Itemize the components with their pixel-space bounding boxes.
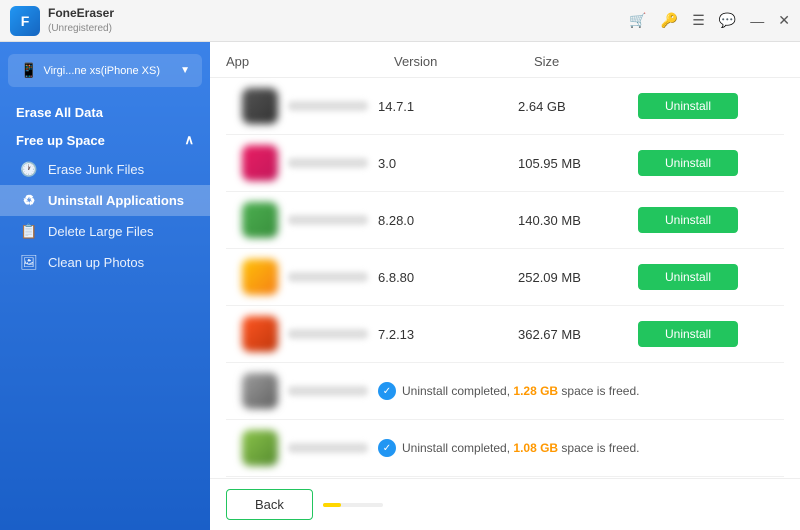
table-row: ✓ Uninstall completed, 1.28 GB space is … xyxy=(226,363,784,420)
app-info xyxy=(242,202,378,238)
uninstall-button[interactable]: Uninstall xyxy=(638,264,738,290)
sidebar-item-delete-large[interactable]: 📋 Delete Large Files xyxy=(0,216,210,247)
uninstall-button[interactable]: Uninstall xyxy=(638,93,738,119)
sidebar-item-label: Erase Junk Files xyxy=(48,162,144,177)
app-size: 252.09 MB xyxy=(518,270,638,285)
table-row: 7.2.13 362.67 MB Uninstall xyxy=(226,306,784,363)
app-logo: F xyxy=(10,6,40,36)
app-branding: F FoneEraser (Unregistered) xyxy=(10,6,114,36)
app-version: 14.7.1 xyxy=(378,99,518,114)
app-icon xyxy=(242,430,278,466)
sidebar-item-uninstall-apps[interactable]: ♻ Uninstall Applications xyxy=(0,185,210,216)
col-action xyxy=(654,54,784,69)
photo-icon: 🖼 xyxy=(20,254,38,271)
list-icon: 📋 xyxy=(20,223,38,240)
app-icon xyxy=(242,259,278,295)
app-version: 8.28.0 xyxy=(378,213,518,228)
chat-icon[interactable]: 💬 xyxy=(719,12,736,29)
progress-fill xyxy=(323,503,341,507)
app-info xyxy=(242,259,378,295)
table-row: ✓ Uninstall completed, 1.08 GB space is … xyxy=(226,420,784,477)
menu-icon[interactable]: ☰ xyxy=(692,12,705,29)
uninstall-button[interactable]: Uninstall xyxy=(638,150,738,176)
app-icon xyxy=(242,88,278,124)
app-icon xyxy=(242,145,278,181)
table-header: App Version Size xyxy=(210,42,800,78)
main-container: 📱 Virgi...ne xs(iPhone XS) ▼ Erase All D… xyxy=(0,42,800,530)
close-button[interactable]: ✕ xyxy=(778,12,790,29)
col-size: Size xyxy=(534,54,654,69)
app-info xyxy=(242,430,378,466)
app-icon xyxy=(242,373,278,409)
app-size: 140.30 MB xyxy=(518,213,638,228)
uninstall-complete-status: ✓ Uninstall completed, 1.08 GB space is … xyxy=(378,439,768,457)
free-up-space-label: Free up Space xyxy=(16,133,105,148)
app-info xyxy=(242,145,378,181)
device-name: Virgi...ne xs(iPhone XS) xyxy=(43,65,174,77)
app-name xyxy=(288,101,368,111)
sidebar-item-cleanup-photos[interactable]: 🖼 Clean up Photos xyxy=(0,247,210,278)
device-selector[interactable]: 📱 Virgi...ne xs(iPhone XS) ▼ xyxy=(8,54,202,87)
sidebar-item-label: Delete Large Files xyxy=(48,224,154,239)
complete-text: Uninstall completed, 1.08 GB space is fr… xyxy=(402,441,639,455)
table-row: 14.7.1 2.64 GB Uninstall xyxy=(226,78,784,135)
app-name xyxy=(288,215,368,225)
chevron-down-icon: ▼ xyxy=(180,65,190,76)
title-bar: F FoneEraser (Unregistered) 🛒 🔑 ☰ 💬 — ✕ xyxy=(0,0,800,42)
app-info xyxy=(242,373,378,409)
uninstall-button[interactable]: Uninstall xyxy=(638,207,738,233)
app-version: 3.0 xyxy=(378,156,518,171)
content-area: App Version Size 14.7.1 2.64 GB Uninstal… xyxy=(210,42,800,530)
recycle-icon: ♻ xyxy=(20,192,38,209)
sidebar-item-erase-junk[interactable]: 🕐 Erase Junk Files xyxy=(0,154,210,185)
sidebar-item-erase-all[interactable]: Erase All Data xyxy=(0,99,210,126)
sidebar-free-up-space-header: Free up Space ∧ xyxy=(0,126,210,154)
app-info xyxy=(242,316,378,352)
uninstall-button[interactable]: Uninstall xyxy=(638,321,738,347)
sidebar: 📱 Virgi...ne xs(iPhone XS) ▼ Erase All D… xyxy=(0,42,210,530)
app-icon xyxy=(242,202,278,238)
check-icon: ✓ xyxy=(378,439,396,457)
app-info xyxy=(242,88,378,124)
table-row: 3.0 105.95 MB Uninstall xyxy=(226,135,784,192)
freed-size: 1.28 GB xyxy=(513,384,558,398)
progress-bar xyxy=(323,503,383,507)
app-version: 7.2.13 xyxy=(378,327,518,342)
table-row: 8.28.0 140.30 MB Uninstall xyxy=(226,192,784,249)
uninstall-complete-status: ✓ Uninstall completed, 1.28 GB space is … xyxy=(378,382,768,400)
sidebar-item-label: Uninstall Applications xyxy=(48,193,184,208)
col-app: App xyxy=(226,54,394,69)
minimize-button[interactable]: — xyxy=(750,13,764,29)
app-icon xyxy=(242,316,278,352)
app-name xyxy=(288,329,368,339)
clock-icon: 🕐 xyxy=(20,161,38,178)
app-list: 14.7.1 2.64 GB Uninstall 3.0 105.95 MB U… xyxy=(210,78,800,478)
app-title: FoneEraser (Unregistered) xyxy=(48,6,114,35)
check-icon: ✓ xyxy=(378,382,396,400)
app-version: 6.8.80 xyxy=(378,270,518,285)
app-name xyxy=(288,386,368,396)
back-button[interactable]: Back xyxy=(226,489,313,520)
complete-text: Uninstall completed, 1.28 GB space is fr… xyxy=(402,384,639,398)
cart-icon[interactable]: 🛒 xyxy=(629,12,646,29)
chevron-up-icon: ∧ xyxy=(184,132,194,148)
app-name xyxy=(288,272,368,282)
app-size: 362.67 MB xyxy=(518,327,638,342)
phone-icon: 📱 xyxy=(20,62,37,79)
table-row: 6.8.80 252.09 MB Uninstall xyxy=(226,249,784,306)
bottom-bar: Back xyxy=(210,478,800,530)
window-controls: 🛒 🔑 ☰ 💬 — ✕ xyxy=(629,12,790,29)
col-version: Version xyxy=(394,54,534,69)
app-name xyxy=(288,443,368,453)
sidebar-item-label: Clean up Photos xyxy=(48,255,144,270)
app-name xyxy=(288,158,368,168)
key-icon[interactable]: 🔑 xyxy=(661,12,678,29)
app-size: 105.95 MB xyxy=(518,156,638,171)
app-size: 2.64 GB xyxy=(518,99,638,114)
freed-size: 1.08 GB xyxy=(513,441,558,455)
